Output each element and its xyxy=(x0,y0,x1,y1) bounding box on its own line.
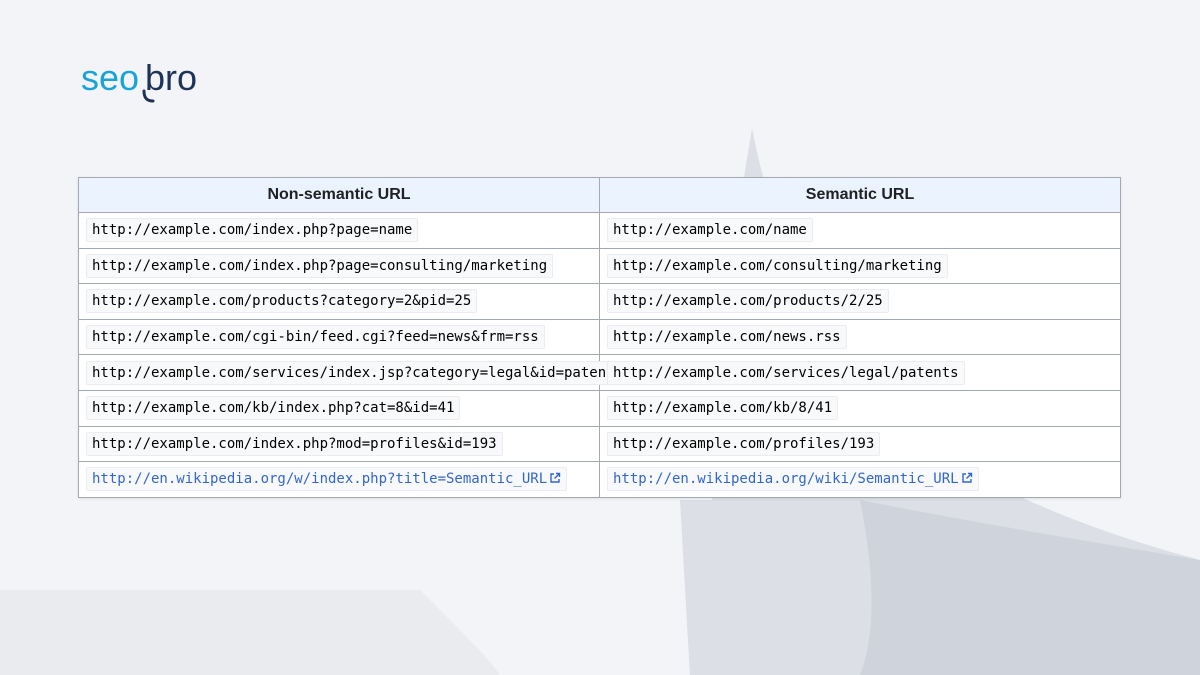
semantic-url: http://example.com/kb/8/41 xyxy=(607,396,839,421)
svg-text:seo: seo xyxy=(81,58,139,98)
semantic-url-cell: http://example.com/services/legal/patent… xyxy=(599,354,1121,391)
table-row: http://example.com/index.php?mod=profile… xyxy=(78,425,1121,463)
wikipedia-non-semantic-link[interactable]: http://en.wikipedia.org/w/index.php?titl… xyxy=(86,467,568,492)
semantic-url: http://example.com/news.rss xyxy=(607,325,847,350)
seobro-logo: seo bro xyxy=(81,58,197,103)
semantic-url: http://example.com/profiles/193 xyxy=(607,431,881,456)
semantic-url-cell: http://en.wikipedia.org/wiki/Semantic_UR… xyxy=(599,461,1121,498)
table-row: http://example.com/index.php?page=consul… xyxy=(78,247,1121,285)
column-header-semantic: Semantic URL xyxy=(599,177,1121,213)
semantic-url-cell: http://example.com/name xyxy=(599,212,1121,249)
semantic-url-cell: http://example.com/consulting/marketing xyxy=(599,247,1121,285)
non-semantic-url: http://example.com/index.php?page=name xyxy=(86,218,419,243)
non-semantic-url-cell: http://example.com/cgi-bin/feed.cgi?feed… xyxy=(78,318,600,356)
non-semantic-url: http://example.com/index.php?page=consul… xyxy=(86,253,554,278)
external-link-icon xyxy=(550,473,561,484)
semantic-url-cell: http://example.com/products/2/25 xyxy=(599,283,1121,320)
table-header-row: Non-semantic URL Semantic URL xyxy=(78,177,1121,213)
non-semantic-url: http://example.com/cgi-bin/feed.cgi?feed… xyxy=(86,325,545,350)
non-semantic-url: http://example.com/services/index.jsp?ca… xyxy=(86,360,630,385)
external-link-icon xyxy=(961,473,972,484)
semantic-url-cell: http://example.com/kb/8/41 xyxy=(599,389,1121,427)
url-comparison-table: Non-semantic URL Semantic URL http://exa… xyxy=(78,177,1121,498)
table-row: http://example.com/services/index.jsp?ca… xyxy=(78,354,1121,391)
table-row: http://example.com/products?category=2&p… xyxy=(78,283,1121,320)
non-semantic-url: http://example.com/products?category=2&p… xyxy=(86,289,478,314)
link-text[interactable]: http://en.wikipedia.org/w/index.php?titl… xyxy=(92,471,547,487)
non-semantic-url-cell: http://example.com/index.php?page=consul… xyxy=(78,247,600,285)
non-semantic-url: http://example.com/kb/index.php?cat=8&id… xyxy=(86,396,461,421)
semantic-url: http://example.com/products/2/25 xyxy=(607,289,889,314)
semantic-url: http://example.com/name xyxy=(607,218,813,243)
non-semantic-url-cell: http://example.com/services/index.jsp?ca… xyxy=(78,354,630,391)
non-semantic-url-cell: http://example.com/index.php?page=name xyxy=(78,212,600,249)
link-text[interactable]: http://en.wikipedia.org/wiki/Semantic_UR… xyxy=(613,471,959,487)
column-header-non-semantic: Non-semantic URL xyxy=(78,177,600,213)
semantic-url: http://example.com/consulting/marketing xyxy=(607,253,948,278)
non-semantic-url-cell: http://example.com/products?category=2&p… xyxy=(78,283,600,320)
wikipedia-semantic-link[interactable]: http://en.wikipedia.org/wiki/Semantic_UR… xyxy=(607,467,979,492)
non-semantic-url-cell: http://example.com/index.php?mod=profile… xyxy=(78,425,600,463)
non-semantic-url-cell: http://example.com/kb/index.php?cat=8&id… xyxy=(78,389,600,427)
non-semantic-url-cell: http://en.wikipedia.org/w/index.php?titl… xyxy=(78,461,600,498)
url-comparison-table-container: Non-semantic URL Semantic URL http://exa… xyxy=(78,177,1121,498)
semantic-url-cell: http://example.com/profiles/193 xyxy=(599,425,1121,463)
non-semantic-url: http://example.com/index.php?mod=profile… xyxy=(86,431,503,456)
semantic-url-cell: http://example.com/news.rss xyxy=(599,318,1121,356)
table-row: http://example.com/cgi-bin/feed.cgi?feed… xyxy=(78,318,1121,356)
table-row: http://example.com/index.php?page=name h… xyxy=(78,212,1121,249)
semantic-url: http://example.com/services/legal/patent… xyxy=(607,360,965,385)
table-row: http://en.wikipedia.org/w/index.php?titl… xyxy=(78,461,1121,498)
svg-text:bro: bro xyxy=(145,58,197,98)
table-row: http://example.com/kb/index.php?cat=8&id… xyxy=(78,389,1121,427)
